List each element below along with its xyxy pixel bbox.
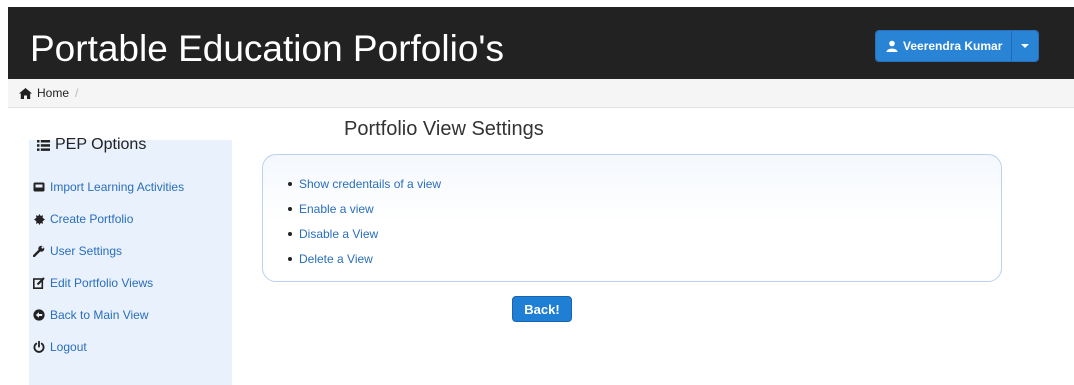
app-title: Portable Education Porfolio's bbox=[30, 28, 504, 69]
home-icon bbox=[19, 87, 32, 99]
user-menu-button-group[interactable]: Veerendra Kumar bbox=[875, 30, 1040, 62]
off-icon bbox=[33, 341, 45, 353]
sidebar-item-logout[interactable]: Logout bbox=[33, 340, 87, 354]
bullet-icon bbox=[288, 182, 292, 186]
sidebar-heading: PEP Options bbox=[37, 136, 146, 154]
sidebar: PEP Options Import Learning Activities C… bbox=[29, 136, 232, 385]
user-icon bbox=[886, 40, 898, 52]
sidebar-item-create-portfolio[interactable]: Create Portfolio bbox=[33, 212, 133, 226]
user-menu-button[interactable]: Veerendra Kumar bbox=[876, 31, 1012, 61]
sidebar-item-import-learning-activities[interactable]: Import Learning Activities bbox=[33, 180, 184, 194]
link-label: Show credentails of a view bbox=[299, 177, 442, 191]
link-label: Enable a view bbox=[299, 202, 374, 216]
sidebar-item-label: Edit Portfolio Views bbox=[50, 276, 154, 290]
top-navbar: Portable Education Porfolio's Veerendra … bbox=[8, 7, 1074, 79]
breadcrumb-separator: / bbox=[75, 86, 79, 100]
edit-icon bbox=[33, 277, 45, 289]
circle-arrow-left-icon bbox=[33, 309, 45, 321]
show-credentials-link[interactable]: Show credentails of a view bbox=[288, 177, 441, 191]
sidebar-item-edit-portfolio-views[interactable]: Edit Portfolio Views bbox=[33, 276, 153, 290]
sidebar-item-label: Create Portfolio bbox=[50, 212, 134, 226]
breadcrumb-home-label: Home bbox=[37, 86, 70, 100]
hdd-icon bbox=[33, 182, 45, 192]
sidebar-item-back-to-main-view[interactable]: Back to Main View bbox=[33, 308, 149, 322]
user-name: Veerendra Kumar bbox=[903, 39, 1003, 53]
back-button[interactable]: Back! bbox=[512, 296, 572, 322]
delete-view-link[interactable]: Delete a View bbox=[288, 252, 373, 266]
breadcrumb: Home / bbox=[8, 79, 1074, 108]
sidebar-heading-text: PEP Options bbox=[55, 136, 147, 153]
link-label: Disable a View bbox=[299, 227, 379, 241]
sidebar-item-label: Import Learning Activities bbox=[50, 180, 185, 194]
caret-down-icon bbox=[1021, 44, 1030, 48]
sidebar-item-label: Back to Main View bbox=[50, 308, 149, 322]
user-menu-dropdown-toggle[interactable] bbox=[1011, 31, 1039, 61]
sidebar-item-label: User Settings bbox=[50, 244, 123, 258]
disable-view-link[interactable]: Disable a View bbox=[288, 227, 378, 241]
bullet-icon bbox=[288, 232, 292, 236]
bullet-icon bbox=[288, 207, 292, 211]
bullet-icon bbox=[288, 257, 292, 261]
wrench-icon bbox=[33, 245, 45, 257]
page-title: Portfolio View Settings bbox=[344, 118, 544, 140]
list-icon bbox=[37, 139, 50, 151]
breadcrumb-home-link[interactable]: Home bbox=[19, 86, 69, 100]
enable-view-link[interactable]: Enable a view bbox=[288, 202, 374, 216]
sidebar-item-label: Logout bbox=[50, 340, 87, 354]
certificate-icon bbox=[33, 213, 45, 225]
view-settings-panel: Show credentails of a view Enable a view… bbox=[262, 154, 1002, 282]
link-label: Delete a View bbox=[299, 252, 373, 266]
sidebar-item-user-settings[interactable]: User Settings bbox=[33, 244, 122, 258]
